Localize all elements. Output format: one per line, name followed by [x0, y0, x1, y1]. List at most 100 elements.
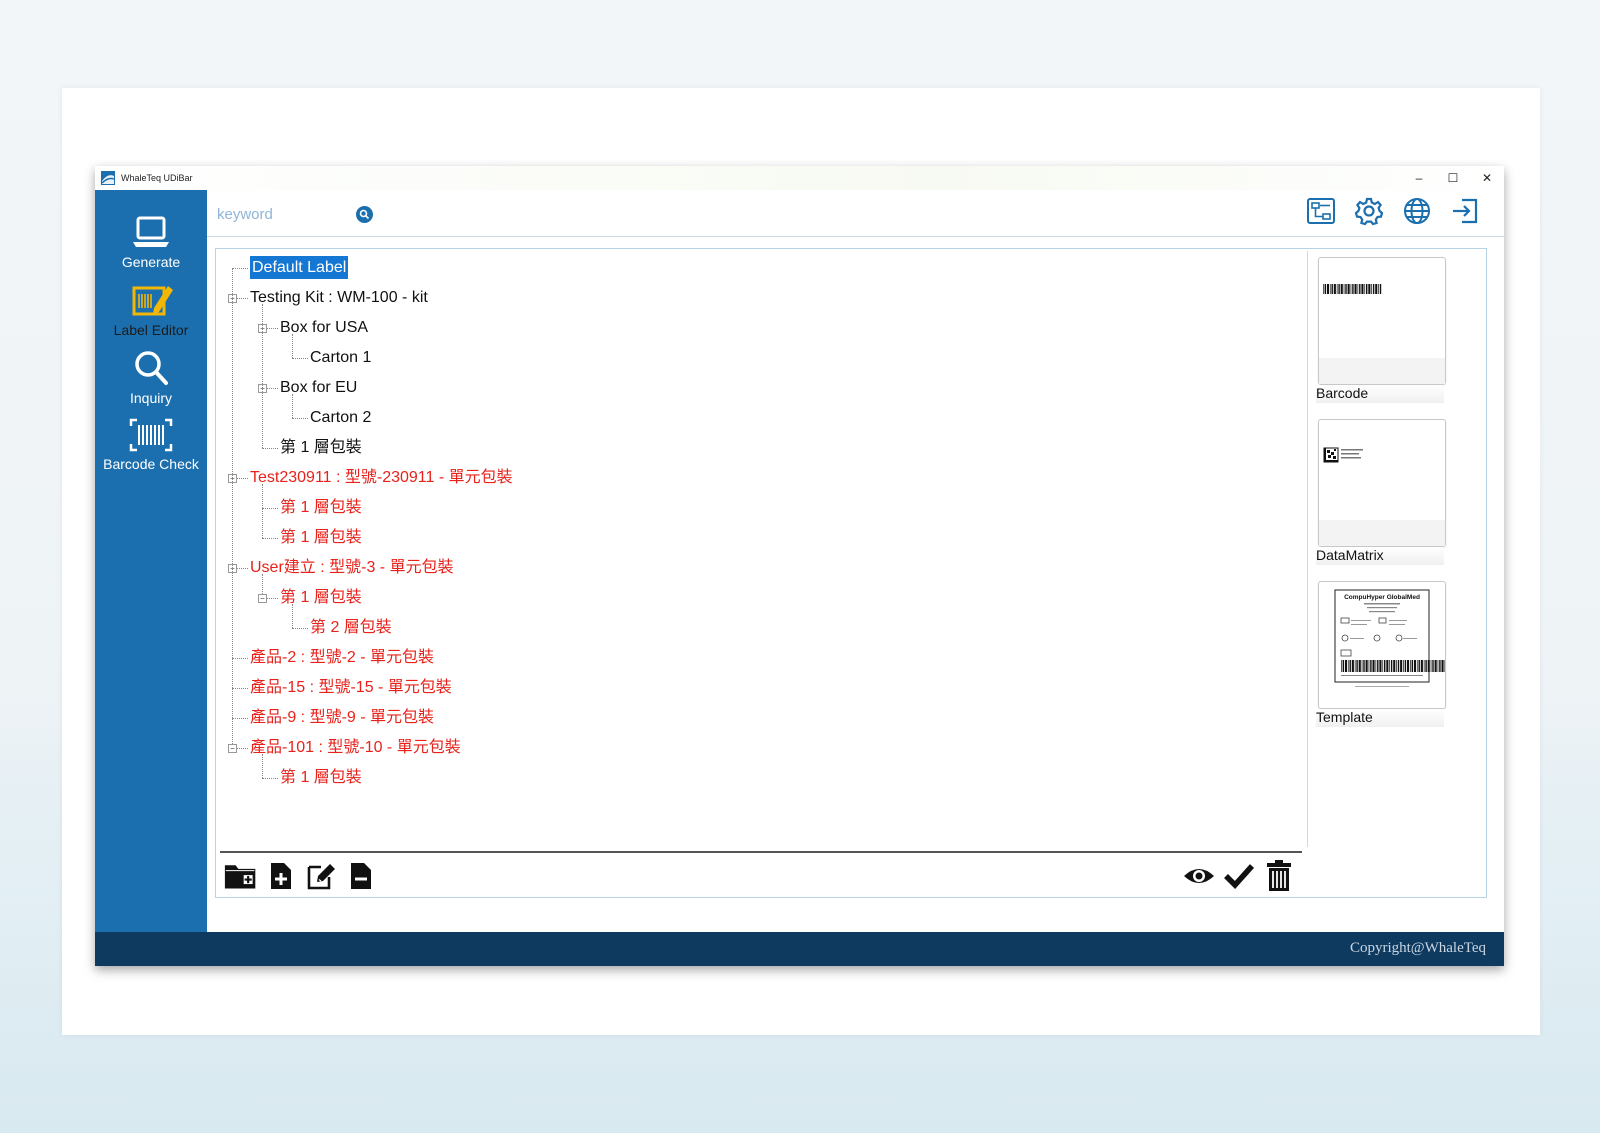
tree-expand-toggle[interactable]: −	[258, 594, 267, 603]
copyright-text: Copyright@WhaleTeq	[1349, 940, 1486, 956]
close-button[interactable]: ✕	[1470, 166, 1504, 190]
tree-node-label: Box for USA	[280, 319, 369, 336]
sidebar-item-label: Barcode Check	[103, 456, 199, 472]
tree-connector	[292, 604, 293, 628]
trash-icon	[1267, 860, 1291, 891]
tree-node[interactable]: Testing Kit : WM-100 - kit	[250, 283, 428, 313]
confirm-button[interactable]	[1222, 859, 1256, 893]
template-card-template[interactable]: CompuHyper GlobalMed	[1318, 581, 1451, 709]
tree-node-label: 產品-101 : 型號-10 - 單元包裝	[250, 739, 461, 756]
label-tree: Default Label − Testing Kit : WM-100 - kit…	[218, 251, 1308, 847]
sidebar-item-barcode-check[interactable]: Barcode Check	[95, 416, 207, 472]
window-title: WhaleTeq UDiBar	[121, 173, 193, 183]
edit-button[interactable]	[304, 859, 338, 893]
template-card-barcode[interactable]	[1318, 257, 1446, 385]
add-file-button[interactable]	[264, 859, 298, 893]
tree-connector	[292, 394, 293, 418]
language-button[interactable]	[1402, 196, 1432, 226]
top-toolbar	[1306, 196, 1480, 226]
main-panel: Default Label − Testing Kit : WM-100 - kit…	[215, 248, 1487, 898]
tree-node[interactable]: Carton 1	[310, 343, 371, 373]
tree-expand-toggle[interactable]: −	[228, 744, 237, 753]
search-input[interactable]	[217, 202, 357, 226]
template-name: Template	[1316, 709, 1444, 727]
tree-node-label: Carton 1	[310, 349, 372, 366]
sidebar-item-generate[interactable]: Generate	[95, 212, 207, 270]
tree-node-label: User建立 : 型號-3 - 單元包裝	[250, 559, 454, 576]
tree-connector	[292, 628, 308, 629]
tree-node[interactable]: Carton 2	[310, 403, 371, 433]
gear-icon	[1354, 197, 1384, 226]
tree-node[interactable]: User建立 : 型號-3 - 單元包裝	[250, 553, 454, 583]
add-file-icon	[271, 863, 291, 889]
add-folder-button[interactable]	[224, 859, 258, 893]
tree-connector	[232, 268, 248, 269]
eye-icon	[1184, 869, 1214, 883]
tree-node[interactable]: Test230911 : 型號-230911 - 單元包裝	[250, 463, 513, 493]
sidebar-item-label: Label Editor	[113, 322, 189, 338]
tree-node[interactable]: 第 1 層包裝	[280, 523, 362, 553]
tree-connector	[262, 538, 278, 539]
template-preview-title: CompuHyper GlobalMed	[1344, 594, 1420, 601]
tree-connector	[262, 448, 278, 449]
tree-connector	[292, 334, 293, 358]
sidebar-item-label-editor[interactable]: Label Editor	[95, 280, 207, 338]
delete-button[interactable]	[1262, 859, 1296, 893]
template-panel: Barcode DataMatrix CompuHyper GlobalMed …	[1312, 255, 1452, 895]
tree-node[interactable]: 產品-9 : 型號-9 - 單元包裝	[250, 703, 434, 733]
datamatrix-preview-icon	[1319, 447, 1445, 546]
tree-node[interactable]: 產品-15 : 型號-15 - 單元包裝	[250, 673, 452, 703]
search-area	[217, 202, 377, 228]
tree-node[interactable]: 第 1 層包裝	[280, 763, 362, 793]
tree-node[interactable]: 產品-101 : 型號-10 - 單元包裝	[250, 733, 461, 763]
tree-connector	[232, 658, 248, 659]
preview-button[interactable]	[1182, 859, 1216, 893]
flow-chart-button[interactable]	[1306, 196, 1336, 226]
laptop-icon	[133, 216, 169, 247]
tree-node[interactable]: 第 1 層包裝	[280, 493, 362, 523]
tree-node-label: 產品-9 : 型號-9 - 單元包裝	[250, 709, 435, 726]
tree-node-label: 產品-2 : 型號-2 - 單元包裝	[250, 649, 435, 666]
tree-node[interactable]: 產品-2 : 型號-2 - 單元包裝	[250, 643, 434, 673]
maximize-button[interactable]: ☐	[1436, 166, 1470, 190]
tree-node-label: 第 1 層包裝	[280, 529, 362, 546]
remove-file-button[interactable]	[344, 859, 378, 893]
flow-chart-icon	[1307, 198, 1335, 224]
template-card-datamatrix[interactable]	[1318, 419, 1446, 547]
edit-icon	[307, 864, 335, 890]
sidebar: Generate Label Editor Inquiry Barcode Ch…	[95, 190, 207, 932]
search-button[interactable]	[356, 206, 373, 223]
add-folder-icon	[224, 865, 256, 889]
tree-connector	[232, 718, 248, 719]
tree-node-label: Testing Kit : WM-100 - kit	[250, 289, 428, 306]
footer: Copyright@WhaleTeq	[95, 932, 1504, 966]
tree-node[interactable]: Box for USA	[280, 313, 368, 343]
tree-node-label: Carton 2	[310, 409, 372, 426]
sidebar-item-label: Inquiry	[129, 390, 173, 406]
template-name: Barcode	[1316, 385, 1444, 403]
tree-node[interactable]: Default Label	[250, 253, 349, 283]
tree-connector	[262, 304, 263, 448]
label-template-preview-icon: CompuHyper GlobalMed	[1334, 589, 1451, 687]
tree-node-label: 第 1 層包裝	[280, 769, 362, 786]
tree-connector	[262, 754, 263, 778]
checkmark-icon	[1224, 864, 1255, 890]
sidebar-item-inquiry[interactable]: Inquiry	[95, 348, 207, 406]
globe-icon	[1404, 198, 1430, 224]
logout-button[interactable]	[1450, 196, 1480, 226]
tree-connector	[262, 508, 278, 509]
tree-node[interactable]: 第 1 層包裝	[280, 433, 362, 463]
title-bar: WhaleTeq UDiBar – ☐ ✕	[95, 166, 1504, 190]
label-edit-icon	[132, 286, 173, 316]
app-logo-icon	[101, 171, 115, 185]
remove-file-icon	[351, 863, 371, 889]
search-icon	[359, 209, 370, 220]
tree-connector	[292, 358, 308, 359]
tree-connector	[262, 484, 263, 538]
tree-node-label: Test230911 : 型號-230911 - 單元包裝	[250, 469, 513, 486]
settings-button[interactable]	[1354, 196, 1384, 226]
tree-node[interactable]: 第 2 層包裝	[310, 613, 392, 643]
tree-node-label: 第 2 層包裝	[310, 619, 392, 636]
minimize-button[interactable]: –	[1402, 166, 1436, 190]
tree-node-label: 第 1 層包裝	[280, 439, 362, 456]
